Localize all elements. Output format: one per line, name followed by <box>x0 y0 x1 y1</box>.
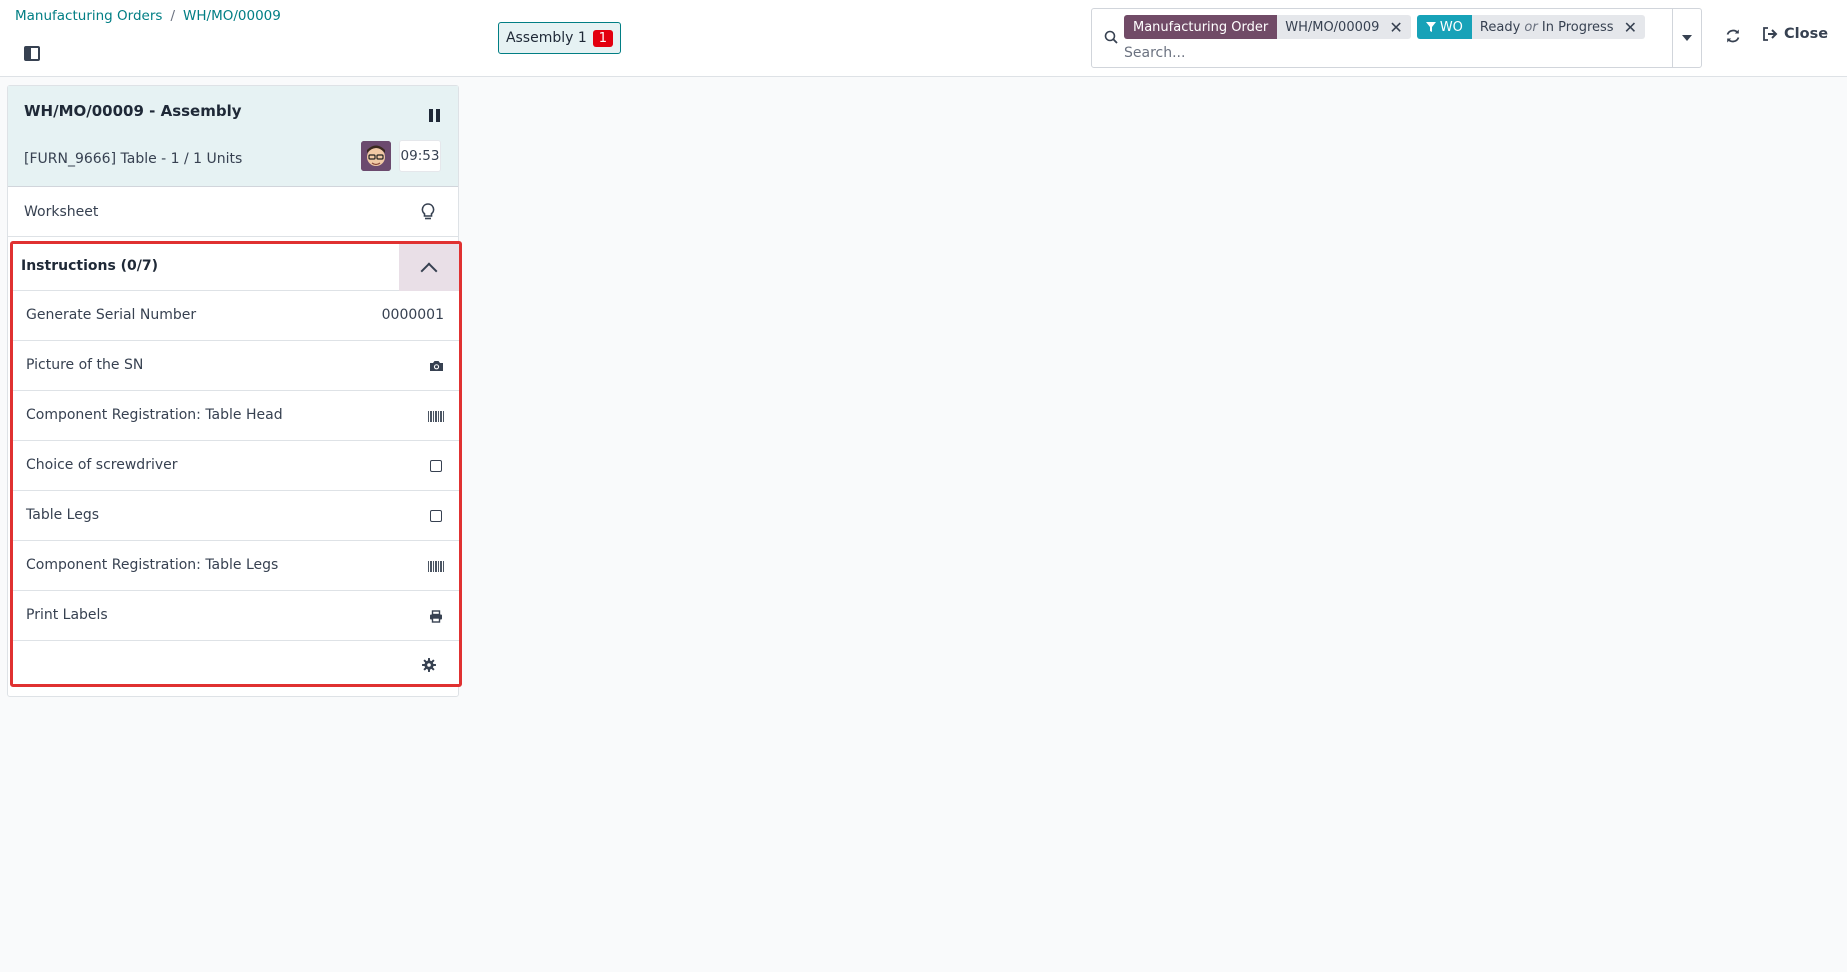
facet-value-a: Ready <box>1479 19 1521 35</box>
facet-label: WO <box>1439 19 1463 35</box>
breadcrumb-current-order[interactable]: WH/MO/00009 <box>183 8 281 24</box>
breadcrumb-manufacturing-orders[interactable]: Manufacturing Orders <box>15 8 162 24</box>
search-input[interactable] <box>1124 42 1624 64</box>
instructions-footer <box>13 641 459 684</box>
pause-icon[interactable] <box>429 109 441 122</box>
barcode-icon[interactable] <box>428 408 444 424</box>
workorder-timer: 09:53 <box>399 140 441 172</box>
remove-facet-icon[interactable]: ✕ <box>1389 18 1402 37</box>
step-print-labels[interactable]: Print Labels <box>13 591 459 641</box>
facet-manufacturing-order: Manufacturing Order WH/MO/00009 ✕ <box>1124 15 1411 39</box>
breadcrumb-separator: / <box>170 8 176 24</box>
search-panel: Manufacturing Order WH/MO/00009 ✕ WO Rea… <box>1091 8 1702 68</box>
facet-workorder-filter: WO Ready or In Progress ✕ <box>1416 15 1645 39</box>
facet-value: Ready or In Progress <box>1480 20 1614 35</box>
checkbox-icon[interactable] <box>428 508 444 524</box>
gear-icon[interactable] <box>422 658 436 672</box>
instructions-label: Instructions (0/7) <box>21 258 159 274</box>
facet-value-b: In Progress <box>1541 19 1614 35</box>
worksheet-row[interactable]: Worksheet <box>8 187 458 237</box>
workorder-title: WH/MO/00009 - Assembly <box>24 102 242 120</box>
step-label: Choice of screwdriver <box>26 457 178 473</box>
facet-label: Manufacturing Order <box>1124 15 1278 39</box>
caret-down-icon <box>1682 35 1692 41</box>
filter-icon <box>1425 22 1436 32</box>
camera-icon[interactable] <box>428 358 444 374</box>
avatar <box>361 141 391 171</box>
step-component-registration-table-legs[interactable]: Component Registration: Table Legs <box>13 541 459 591</box>
step-label: Print Labels <box>26 607 108 623</box>
search-options-toggle[interactable] <box>1672 9 1701 67</box>
workcenter-assembly-button[interactable]: Assembly 1 1 <box>498 22 621 54</box>
search-facets: Manufacturing Order WH/MO/00009 ✕ WO Rea… <box>1124 15 1645 39</box>
instructions-header[interactable]: Instructions (0/7) <box>13 244 459 291</box>
remove-facet-icon[interactable]: ✕ <box>1624 18 1637 37</box>
instruction-steps: Generate Serial Number 0000001 Picture o… <box>13 291 459 641</box>
step-table-legs[interactable]: Table Legs <box>13 491 459 541</box>
step-component-registration-table-head[interactable]: Component Registration: Table Head <box>13 391 459 441</box>
breadcrumb: Manufacturing Orders / WH/MO/00009 <box>15 8 281 24</box>
step-picture-of-sn[interactable]: Picture of the SN <box>13 341 459 391</box>
product-quantity: [FURN_9666] Table - 1 / 1 Units <box>24 151 243 167</box>
step-generate-serial-number[interactable]: Generate Serial Number 0000001 <box>13 291 459 341</box>
chevron-up-icon <box>420 262 438 279</box>
checkbox-icon[interactable] <box>428 458 444 474</box>
step-label: Table Legs <box>26 507 100 523</box>
facet-connector: or <box>1524 19 1538 35</box>
step-choice-of-screwdriver[interactable]: Choice of screwdriver <box>13 441 459 491</box>
facet-value: WH/MO/00009 <box>1285 19 1380 35</box>
step-label: Picture of the SN <box>26 357 144 373</box>
facet-value-wrap: Ready or In Progress ✕ <box>1471 15 1645 39</box>
lightbulb-icon <box>421 203 435 220</box>
workorder-card: WH/MO/00009 - Assembly [FURN_9666] Table… <box>7 85 462 697</box>
facet-value-wrap: WH/MO/00009 ✕ <box>1277 15 1411 39</box>
sign-out-icon <box>1763 27 1778 41</box>
sidebar-toggle-icon[interactable] <box>24 46 40 61</box>
step-label: Generate Serial Number <box>26 307 197 323</box>
facet-filter-label: WO <box>1416 15 1472 39</box>
step-label: Component Registration: Table Legs <box>26 557 279 573</box>
print-icon[interactable] <box>428 608 444 624</box>
collapse-instructions-button[interactable] <box>399 244 459 291</box>
step-label: Component Registration: Table Head <box>26 407 283 423</box>
search-icon <box>1104 30 1118 44</box>
instructions-panel: Instructions (0/7) Generate Serial Numbe… <box>10 241 462 687</box>
workorder-card-header[interactable]: WH/MO/00009 - Assembly [FURN_9666] Table… <box>8 86 458 187</box>
barcode-icon[interactable] <box>428 558 444 574</box>
close-button[interactable]: Close <box>1762 26 1828 42</box>
avatar-image <box>361 141 391 171</box>
worksheet-label: Worksheet <box>24 204 99 220</box>
close-label: Close <box>1784 26 1829 42</box>
top-bar: Manufacturing Orders / WH/MO/00009 Assem… <box>0 0 1847 77</box>
workcenter-label: Assembly 1 <box>505 30 587 46</box>
workcenter-count-badge: 1 <box>592 29 614 47</box>
serial-number-value: 0000001 <box>381 307 444 323</box>
refresh-icon[interactable] <box>1725 28 1741 44</box>
